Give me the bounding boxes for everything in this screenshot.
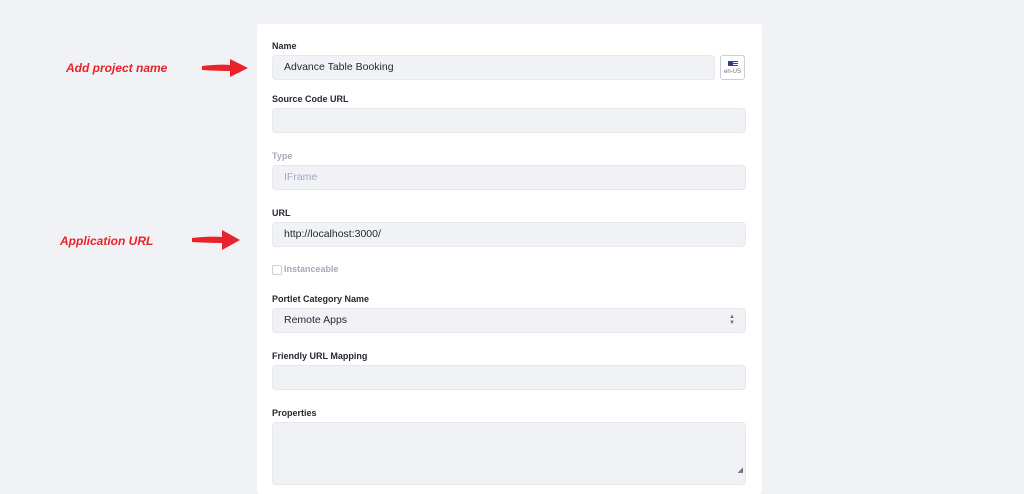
- language-selector-button[interactable]: en-US: [720, 55, 745, 80]
- red-arrow-icon: [192, 230, 240, 250]
- source-code-url-input[interactable]: [272, 108, 746, 133]
- friendly-url-mapping-label: Friendly URL Mapping: [272, 351, 368, 361]
- source-code-url-label: Source Code URL: [272, 94, 349, 104]
- select-arrows-icon: ▲ ▼: [729, 314, 735, 326]
- portlet-category-value: Remote Apps: [284, 314, 348, 326]
- resize-handle-icon[interactable]: ◢: [738, 459, 743, 482]
- portlet-category-label: Portlet Category Name: [272, 294, 370, 304]
- friendly-url-mapping-input[interactable]: [272, 365, 746, 390]
- properties-textarea[interactable]: ◢: [272, 422, 746, 485]
- us-flag-icon: [728, 61, 738, 67]
- url-input[interactable]: http://localhost:3000/: [272, 222, 746, 247]
- name-label: Name: [272, 41, 297, 51]
- type-input: IFrame: [272, 165, 746, 190]
- name-input[interactable]: Advance Table Booking: [272, 55, 715, 80]
- annotation-application-url: Application URL: [60, 234, 154, 248]
- portlet-category-select[interactable]: Remote Apps ▲ ▼: [272, 308, 746, 333]
- annotation-add-project-name: Add project name: [66, 61, 168, 75]
- url-label: URL: [272, 208, 291, 218]
- language-code: en-US: [723, 69, 741, 75]
- instanceable-checkbox[interactable]: [272, 265, 282, 275]
- type-label: Type: [272, 151, 293, 161]
- instanceable-label: Instanceable: [284, 264, 339, 274]
- properties-label: Properties: [272, 408, 317, 418]
- red-arrow-icon: [202, 59, 248, 77]
